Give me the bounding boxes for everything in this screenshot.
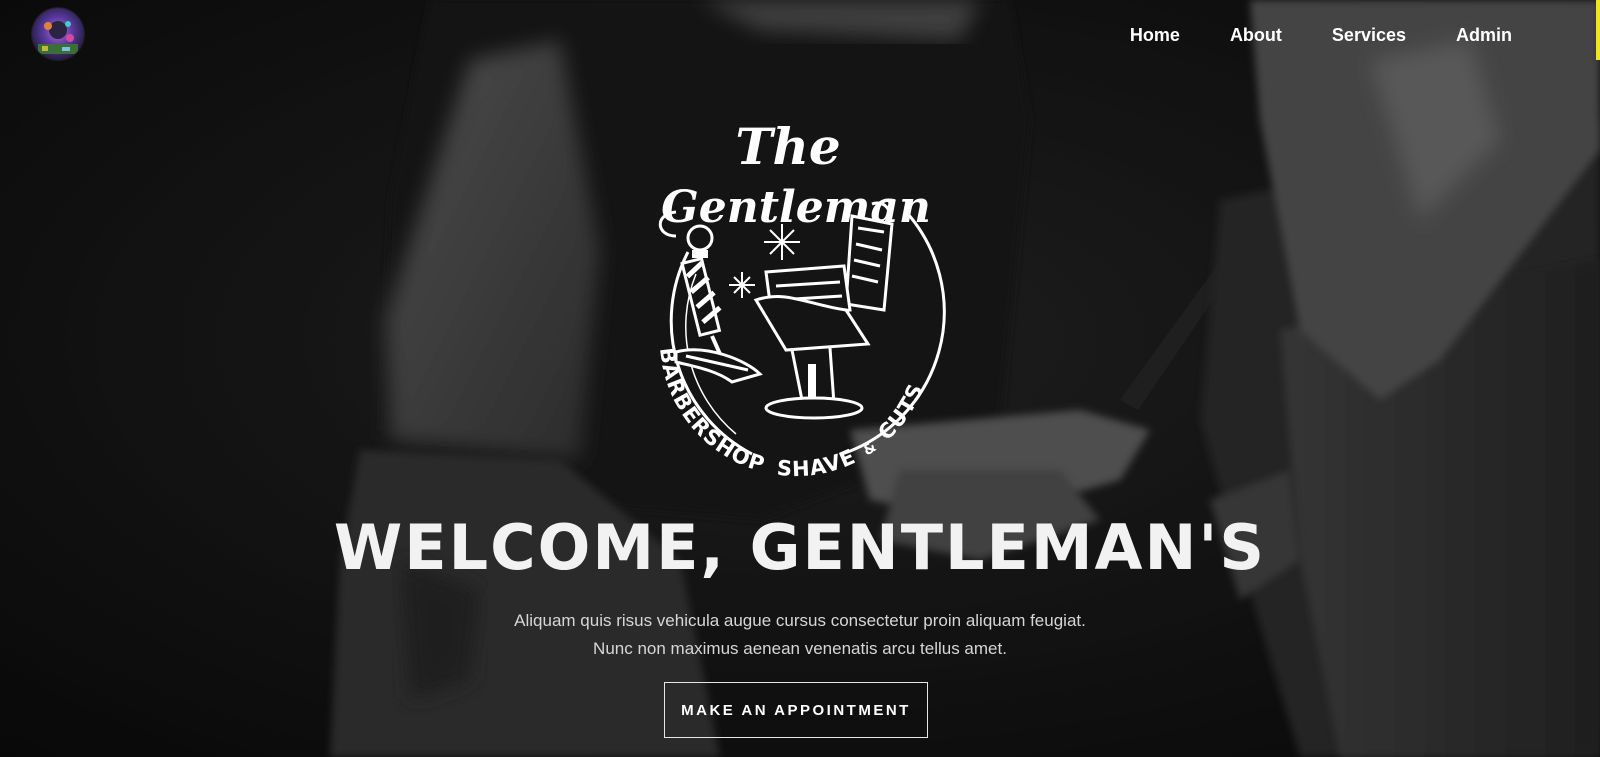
hero-subtext-line-1: Aliquam quis risus vehicula augue cursus… bbox=[514, 611, 1086, 630]
hero-subtext-line-2: Nunc non maximus aenean venenatis arcu t… bbox=[593, 639, 1007, 658]
main-navigation: Home About Services Admin bbox=[1080, 22, 1512, 48]
nav-link-about[interactable]: About bbox=[1230, 22, 1282, 48]
hero-subtext: Aliquam quis risus vehicula augue cursus… bbox=[0, 607, 1600, 663]
emblem-title-the: The bbox=[735, 117, 840, 176]
gentleman-barbershop-emblem: The Gentleman BARBERSHOP SHAVE & CUTS bbox=[636, 104, 958, 481]
emblem-arc-cuts: CUTS bbox=[873, 380, 928, 445]
nav-link-admin[interactable]: Admin bbox=[1456, 22, 1512, 48]
nav-link-services[interactable]: Services bbox=[1332, 22, 1406, 48]
barbershop-avatar-logo-icon bbox=[32, 8, 84, 60]
nav-link-home[interactable]: Home bbox=[1130, 22, 1180, 48]
site-logo-avatar[interactable] bbox=[32, 8, 84, 60]
hero-headline: WELCOME, GENTLEMAN'S bbox=[333, 511, 1267, 584]
make-appointment-button[interactable]: MAKE AN APPOINTMENT bbox=[664, 682, 928, 738]
barber-pole-icon bbox=[680, 224, 722, 355]
scrollbar-accent bbox=[1596, 0, 1600, 60]
barber-chair-icon bbox=[674, 201, 894, 420]
emblem-arc-ampersand: & bbox=[860, 439, 880, 460]
